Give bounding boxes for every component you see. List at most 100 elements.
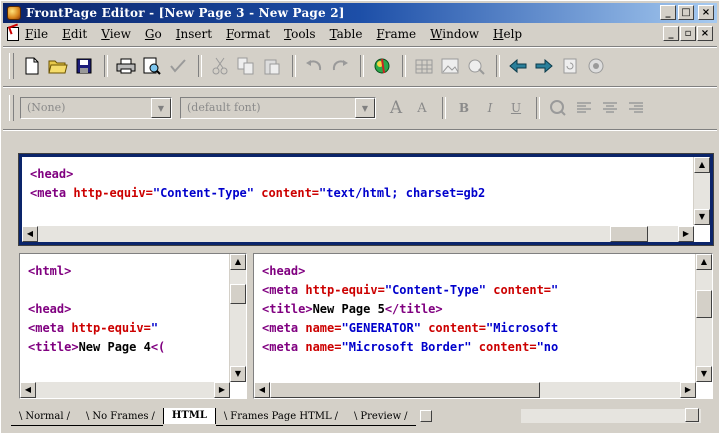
tab-scroll-button[interactable]	[419, 410, 432, 422]
copy-icon[interactable]	[234, 54, 258, 78]
scroll-left-button[interactable]: ◀	[254, 382, 270, 398]
scroll-down-button[interactable]: ▼	[694, 209, 710, 225]
stop-icon[interactable]	[584, 54, 608, 78]
menu-help[interactable]: Help	[493, 27, 522, 41]
frontpage-app-icon[interactable]	[7, 6, 21, 20]
scroll-right-button[interactable]: ▶	[678, 226, 694, 242]
scroll-right-button[interactable]	[685, 408, 699, 422]
menu-file[interactable]: File	[25, 27, 48, 41]
scroll-thumb[interactable]	[610, 226, 648, 242]
webbot-icon[interactable]	[370, 54, 394, 78]
align-left-icon[interactable]	[572, 96, 596, 120]
toolbar-grip[interactable]	[9, 53, 14, 79]
vertical-scrollbar[interactable]: ▲ ▼	[229, 254, 246, 382]
redo-icon[interactable]	[328, 54, 352, 78]
cut-icon[interactable]	[208, 54, 232, 78]
vertical-scrollbar[interactable]: ▲ ▼	[695, 254, 712, 382]
code-line[interactable]: <title>New Page 4<(	[28, 338, 228, 357]
refresh-icon[interactable]	[558, 54, 582, 78]
chevron-down-icon[interactable]: ▼	[151, 98, 171, 118]
minimize-button[interactable]: _	[660, 5, 676, 20]
doc-restore-button[interactable]: ▫	[680, 26, 696, 41]
increase-font-size-button[interactable]: A	[384, 96, 408, 120]
menu-go[interactable]: Go	[145, 27, 162, 41]
scroll-thumb[interactable]	[230, 284, 246, 304]
preview-icon[interactable]	[140, 54, 164, 78]
document-icon[interactable]	[7, 27, 19, 41]
decrease-font-size-button[interactable]: A	[410, 96, 434, 120]
left-frame-html-code[interactable]: <html> <head> <meta http-equiv=" <title>New…	[28, 262, 228, 357]
menu-edit[interactable]: Edit	[62, 27, 87, 41]
paste-icon[interactable]	[260, 54, 284, 78]
forward-icon[interactable]	[532, 54, 556, 78]
vertical-scrollbar[interactable]: ▲ ▼	[693, 157, 710, 225]
right-frame-html-code[interactable]: <head> <meta http-equiv="Content-Type" co…	[262, 262, 696, 357]
code-line[interactable]: <meta name="Microsoft Border" content="n…	[262, 338, 696, 357]
code-line[interactable]: <head>	[30, 165, 485, 184]
back-icon[interactable]	[506, 54, 530, 78]
title-bar[interactable]: FrontPage Editor - [New Page 3 - New Pag…	[3, 3, 717, 23]
doc-close-button[interactable]: ×	[697, 26, 713, 41]
menu-table[interactable]: Table	[330, 27, 363, 41]
doc-minimize-button[interactable]: _	[663, 26, 679, 41]
scroll-up-button[interactable]: ▲	[694, 157, 710, 173]
align-center-icon[interactable]	[598, 96, 622, 120]
bold-button[interactable]: B	[452, 96, 476, 120]
horizontal-scrollbar[interactable]: ◀ ▶	[20, 382, 230, 398]
scroll-right-button[interactable]: ▶	[214, 382, 230, 398]
scroll-left-button[interactable]: ◀	[20, 382, 36, 398]
tab-normal[interactable]: Normal	[11, 408, 78, 426]
undo-icon[interactable]	[302, 54, 326, 78]
style-combo[interactable]: (None) ▼	[20, 97, 172, 119]
tab-no-frames[interactable]: No Frames	[77, 408, 163, 426]
underline-button[interactable]: U	[504, 96, 528, 120]
spelling-icon[interactable]	[166, 54, 190, 78]
code-line[interactable]: <head>	[28, 300, 228, 319]
text-color-icon[interactable]	[546, 96, 570, 120]
menu-format[interactable]: Format	[226, 27, 270, 41]
print-icon[interactable]	[114, 54, 138, 78]
code-line[interactable]: <meta http-equiv="	[28, 319, 228, 338]
align-right-icon[interactable]	[624, 96, 648, 120]
code-line[interactable]: <head>	[262, 262, 696, 281]
bottom-horizontal-scrollbar[interactable]	[521, 408, 701, 423]
tab-preview[interactable]: Preview	[346, 408, 416, 426]
new-icon[interactable]	[20, 54, 44, 78]
menu-tools[interactable]: Tools	[284, 27, 316, 41]
horizontal-scrollbar[interactable]: ◀ ▶	[22, 226, 694, 242]
scroll-down-button[interactable]: ▼	[696, 366, 712, 382]
menu-frame[interactable]: Frame	[376, 27, 416, 41]
code-line[interactable]: <meta http-equiv="Content-Type" content=…	[262, 281, 696, 300]
left-frame-html-pane[interactable]: <html> <head> <meta http-equiv=" <title>New…	[19, 253, 247, 399]
scroll-down-button[interactable]: ▼	[230, 366, 246, 382]
link-icon[interactable]	[464, 54, 488, 78]
scroll-thumb[interactable]	[696, 290, 712, 318]
frameset-html-code[interactable]: <head> <meta http-equiv="Content-Type" co…	[30, 165, 485, 203]
code-line[interactable]: <html>	[28, 262, 228, 281]
close-button[interactable]: ×	[698, 5, 714, 20]
maximize-button[interactable]: □	[678, 5, 694, 20]
chevron-down-icon[interactable]: ▼	[355, 98, 375, 118]
save-icon[interactable]	[72, 54, 96, 78]
code-line[interactable]: <meta name="GENERATOR" content="Microsof…	[262, 319, 696, 338]
tab-frames-page-html[interactable]: Frames Page HTML	[215, 408, 347, 426]
tab-html[interactable]: HTML	[162, 408, 216, 424]
menu-view[interactable]: View	[101, 27, 131, 41]
scroll-up-button[interactable]: ▲	[230, 254, 246, 270]
scroll-thumb[interactable]	[270, 382, 540, 398]
table-icon[interactable]	[412, 54, 436, 78]
menu-insert[interactable]: Insert	[176, 27, 212, 41]
scroll-right-button[interactable]: ▶	[680, 382, 696, 398]
toolbar-grip[interactable]	[9, 95, 14, 121]
scroll-left-button[interactable]: ◀	[22, 226, 38, 242]
frameset-html-pane[interactable]: <head> <meta http-equiv="Content-Type" co…	[18, 153, 714, 246]
font-combo[interactable]: (default font) ▼	[180, 97, 376, 119]
italic-button[interactable]: I	[478, 96, 502, 120]
code-line[interactable]	[28, 281, 228, 300]
code-line[interactable]: <meta http-equiv="Content-Type" content=…	[30, 184, 485, 203]
horizontal-scrollbar[interactable]: ◀ ▶	[254, 382, 696, 398]
image-icon[interactable]	[438, 54, 462, 78]
open-icon[interactable]	[46, 54, 70, 78]
right-frame-html-pane[interactable]: <head> <meta http-equiv="Content-Type" co…	[253, 253, 713, 399]
scroll-up-button[interactable]: ▲	[696, 254, 712, 270]
